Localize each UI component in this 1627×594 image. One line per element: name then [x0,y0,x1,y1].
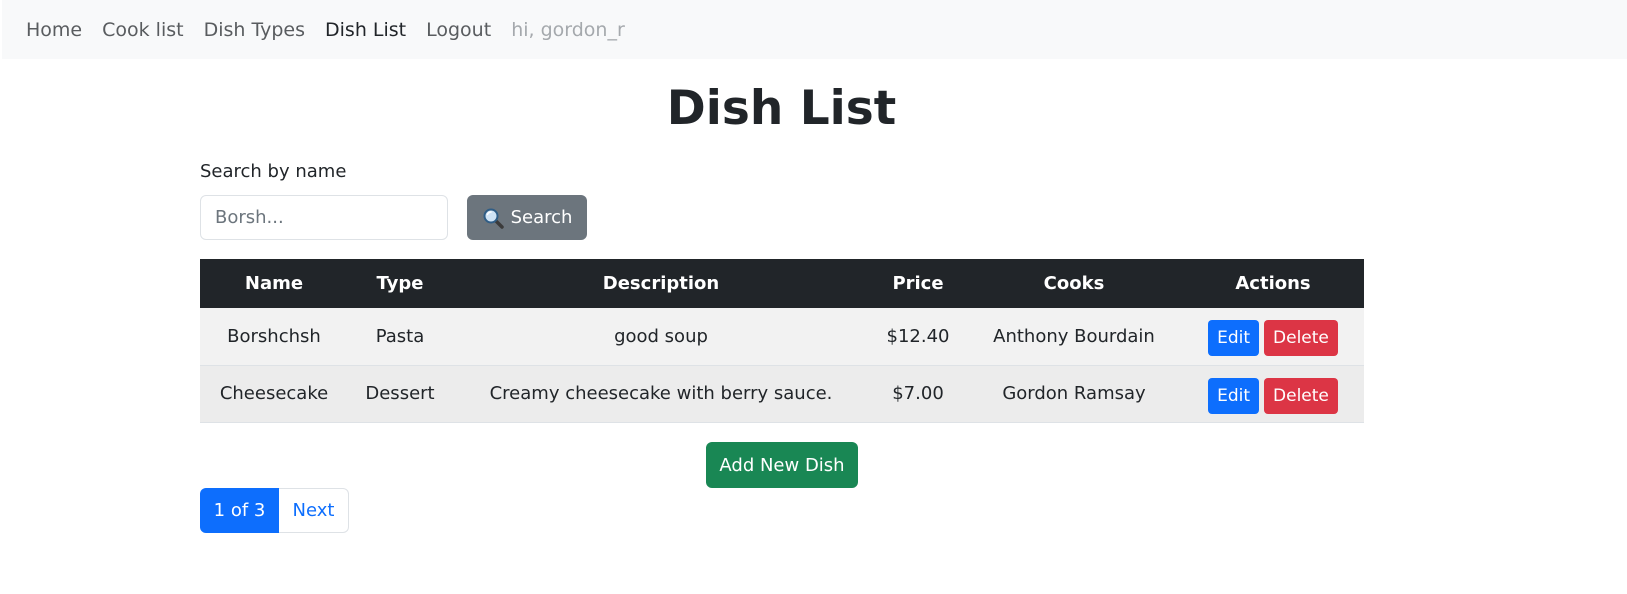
dish-actions-cell: Edit Delete [1182,365,1364,423]
dish-table: Name Type Description Price Cooks Action… [200,259,1364,423]
edit-button[interactable]: Edit [1208,320,1260,357]
column-header-actions: Actions [1235,273,1311,294]
nav-link-logout[interactable]: Logout [426,19,491,41]
column-header-type: Type [376,273,424,294]
delete-button[interactable]: Delete [1264,320,1338,357]
column-header-description: Description [602,273,720,294]
dish-name-cell: Cheesecake [200,365,348,423]
add-new-dish-button[interactable]: Add New Dish [706,442,858,488]
dish-price-cell: $12.40 [870,308,966,366]
dish-name-cell: Borshchsh [200,308,348,366]
dish-description-cell: good soup [452,308,870,366]
table-row: Borshchsh Pasta good soup $12.40 Anthony… [200,308,1364,366]
nav-link-cook-list[interactable]: Cook list [102,19,183,41]
column-header-price: Price [892,273,944,294]
magnifier-icon [482,207,504,229]
table-header-row: Name Type Description Price Cooks Action… [200,259,1364,308]
dish-cooks-cell: Anthony Bourdain [966,308,1182,366]
nav-link-dish-list[interactable]: Dish List [325,19,406,41]
navbar: Home Cook list Dish Types Dish List Logo… [2,0,1627,59]
next-page-link[interactable]: Next [279,488,349,533]
column-header-name: Name [244,273,304,294]
dish-price-cell: $7.00 [870,365,966,423]
edit-button[interactable]: Edit [1208,377,1260,414]
table-row: Cheesecake Dessert Creamy cheesecake wit… [200,365,1364,423]
search-button-label: Search [510,207,573,228]
current-page-indicator: 1 of 3 [200,488,279,533]
delete-button[interactable]: Delete [1264,377,1338,414]
dish-description-cell: Creamy cheesecake with berry sauce. [452,365,870,423]
column-header-cooks: Cooks [1043,273,1105,294]
search-label: Search by name [200,161,347,182]
dish-type-cell: Pasta [348,308,452,366]
dish-cooks-cell: Gordon Ramsay [966,365,1182,423]
nav-link-dish-types[interactable]: Dish Types [204,19,305,41]
dish-type-cell: Dessert [348,365,452,423]
nav-link-home[interactable]: Home [26,19,82,41]
page-title: Dish List [666,81,897,136]
dish-actions-cell: Edit Delete [1182,308,1364,366]
user-greeting: hi, gordon_r [511,18,625,41]
pagination: 1 of 3 Next [200,488,349,533]
search-input[interactable] [200,195,448,240]
search-button[interactable]: Search [467,195,587,240]
